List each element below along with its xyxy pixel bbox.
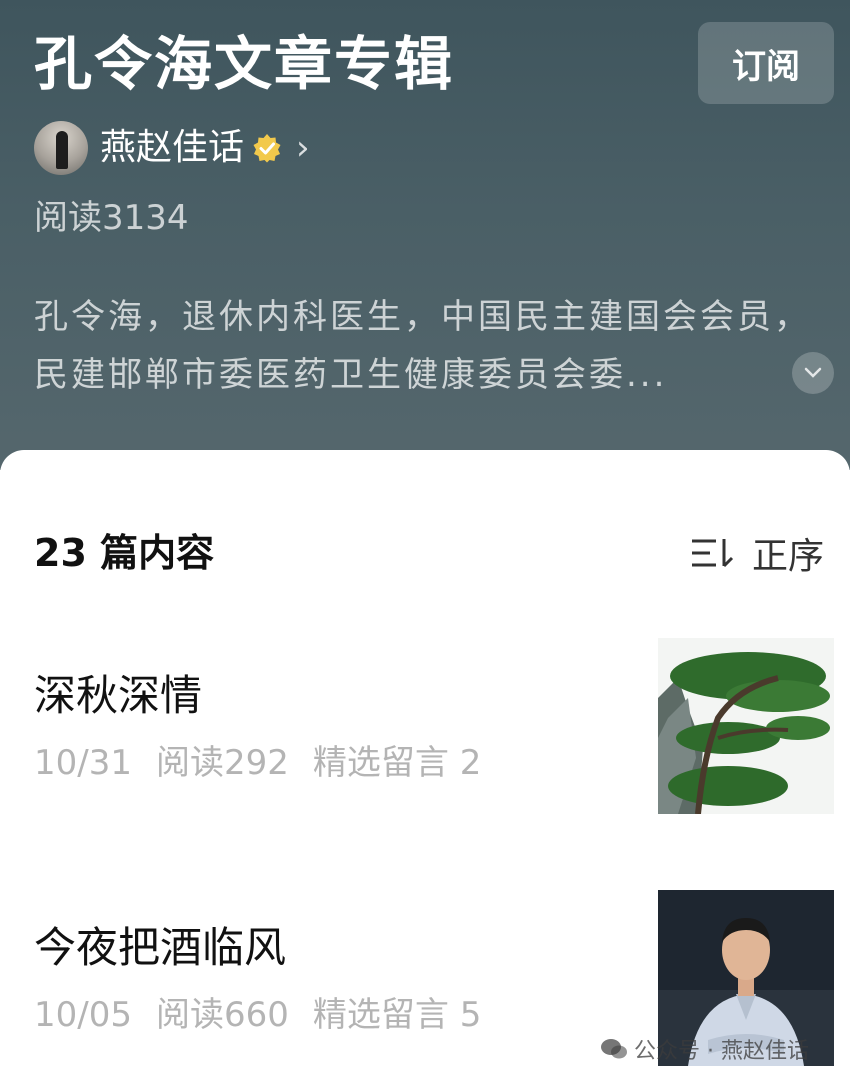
sort-button[interactable]: 正序	[690, 528, 824, 578]
article-reads: 阅读660	[155, 995, 289, 1035]
article-meta: 10/31 阅读292 精选留言 2	[34, 740, 481, 786]
subscribe-button[interactable]: 订阅	[698, 22, 834, 104]
sort-label: 正序	[752, 536, 825, 577]
album-read-count: 阅读3134	[34, 198, 189, 238]
article-title: 深秋深情	[34, 671, 203, 720]
article-thumbnail[interactable]	[658, 638, 834, 814]
author-avatar	[34, 121, 88, 175]
article-date: 10/05	[34, 995, 132, 1035]
verified-badge-icon	[252, 133, 282, 163]
article-date: 10/31	[34, 743, 132, 783]
article-list-panel: 23 篇内容 正序 深秋深情 10/31 阅读292 精选留言 2 今夜把酒临风…	[0, 450, 850, 1082]
album-header: 孔令海文章专辑 订阅 燕赵佳话 › 阅读3134 孔令海，退休内科医生，中国民主…	[0, 0, 850, 470]
wechat-icon	[601, 1039, 627, 1059]
article-item[interactable]: 深秋深情 10/31 阅读292 精选留言 2	[0, 636, 850, 816]
author-name: 燕赵佳话	[100, 127, 245, 168]
article-reads: 阅读292	[155, 743, 289, 783]
album-description: 孔令海，退休内科医生，中国民主建国会会员，民建邯郸市委医药卫生健康委员会委...	[34, 297, 811, 395]
watermark: 公众号 · 燕赵佳话	[600, 1032, 809, 1066]
article-comments: 精选留言 5	[312, 995, 482, 1035]
sort-icon	[692, 539, 734, 568]
watermark-text: 公众号 · 燕赵佳话	[634, 1039, 809, 1064]
article-count: 23 篇内容	[34, 531, 215, 575]
author-link[interactable]: 燕赵佳话 ›	[34, 120, 310, 176]
chevron-right-icon: ›	[296, 128, 310, 168]
album-title: 孔令海文章专辑	[34, 30, 455, 98]
expand-description-button[interactable]	[792, 352, 834, 394]
article-title: 今夜把酒临风	[34, 923, 287, 972]
chevron-down-icon	[804, 367, 822, 378]
article-meta: 10/05 阅读660 精选留言 5	[34, 992, 481, 1038]
article-comments: 精选留言 2	[312, 743, 482, 783]
